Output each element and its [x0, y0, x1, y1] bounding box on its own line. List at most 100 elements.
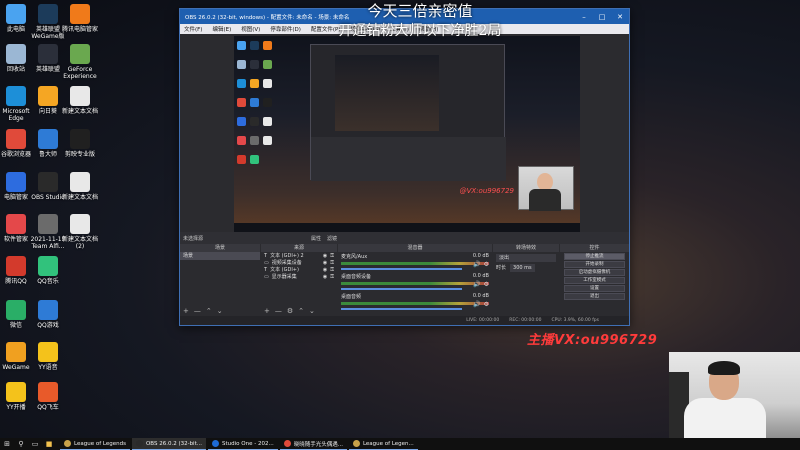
desktop-icon[interactable]: 新建文本文档 (2)	[60, 214, 100, 250]
gear-icon[interactable]: ⚙	[484, 301, 489, 308]
desktop-icon[interactable]: 新建文本文档	[60, 86, 100, 115]
scene-item[interactable]: 场景	[180, 252, 260, 260]
move-up-icon[interactable]: ⌃	[298, 307, 304, 315]
channel-name: 麦克风/Aux	[341, 254, 368, 260]
move-down-icon[interactable]: ⌄	[309, 307, 315, 315]
live-status: LIVE: 00:00:00	[466, 318, 500, 323]
control-button[interactable]: 设置	[564, 285, 625, 292]
control-button[interactable]: 开始录制	[564, 261, 625, 268]
start-icon[interactable]: ⊞	[0, 438, 14, 450]
app-icon	[352, 440, 360, 447]
preview-mini-icon	[237, 155, 246, 164]
source-item[interactable]: T 文本 (GDI+) ◉ ⚿	[261, 266, 337, 274]
desktop-icon[interactable]: 剪映专业版	[60, 129, 100, 158]
control-button[interactable]: 工作室模式	[564, 277, 625, 284]
lol-icon	[38, 44, 58, 64]
volume-slider[interactable]	[341, 268, 463, 270]
preview-watermark: @VX:ou996729	[459, 187, 514, 195]
preview-mini-icon	[263, 60, 272, 69]
move-up-icon[interactable]: ⌃	[206, 307, 212, 315]
lock-icon[interactable]: ⚿	[330, 253, 334, 259]
mixer-header: 混音器	[338, 244, 492, 252]
preview-webcam	[518, 166, 574, 211]
volume-slider[interactable]	[341, 288, 463, 290]
volume-slider[interactable]	[341, 308, 463, 310]
control-button[interactable]: 停止推流	[564, 253, 625, 260]
jianying-icon	[70, 129, 90, 149]
lock-icon[interactable]: ⚿	[330, 260, 334, 266]
duration-input[interactable]: 300 ms	[510, 264, 535, 272]
sources-dock: 来源 T 文本 (GDI+) 2 ◉ ⚿ ▭ 视频采集设备 ◉ ⚿ T 文本 (GDI+) ◉ ⚿ ▭ 显…	[261, 244, 337, 316]
preview-mini-icon	[250, 117, 259, 126]
wechat-icon	[6, 300, 26, 320]
rec-status: REC: 00:00:00	[509, 318, 542, 323]
preview-mini-icon	[263, 41, 272, 50]
audio-meter	[341, 282, 489, 285]
desktop-icon-label: 剪映专业版	[64, 151, 95, 158]
source-type-icon: ▭	[264, 273, 269, 280]
taskbar-app[interactable]: League of Legen...	[348, 438, 418, 450]
app-icon	[135, 440, 143, 447]
mixer-dock: 混音器 麦克风/Aux 0.0 dB 🔊 ⚙ 桌面音频设备 0.0 dB 🔊 ⚙ 桌面音频 0.0…	[338, 244, 492, 316]
taskbar-app[interactable]: Studio One - 202...	[208, 438, 278, 450]
duration-row: 时长 300 ms	[493, 264, 559, 272]
lock-icon[interactable]: ⚿	[330, 274, 334, 280]
app-icon	[283, 440, 291, 447]
add-icon[interactable]: +	[264, 307, 270, 315]
visibility-icon[interactable]: ◉	[323, 260, 327, 266]
source-label: 显示器采集	[271, 274, 297, 280]
visibility-icon[interactable]: ◉	[323, 267, 327, 273]
main-watermark: 主播VX:ou996729	[527, 333, 658, 348]
source-item[interactable]: T 文本 (GDI+) 2 ◉ ⚿	[261, 252, 337, 260]
desktop-icon-label: QQ飞车	[37, 404, 59, 411]
source-item[interactable]: ▭ 视频采集设备 ◉ ⚿	[261, 259, 337, 267]
obs-docks: 场景 场景 + — ⌃ ⌄ 来源 T 文本 (GDI+) 2 ◉ ⚿ ▭ 视频采集设备 ◉ ⚿…	[180, 244, 629, 316]
filters-button[interactable]: 滤镜	[327, 235, 337, 242]
add-icon[interactable]: +	[183, 307, 189, 315]
sources-header: 来源	[261, 244, 337, 252]
control-button[interactable]: 退出	[564, 293, 625, 300]
obs-window[interactable]: OBS 26.0.2 (32-bit, windows) - 配置文件: 未命名…	[179, 8, 630, 326]
desktop-icon[interactable]: 新建文本文档	[60, 172, 100, 201]
cpu-status: CPU: 3.9%, 60.00 fps	[551, 318, 600, 323]
lock-icon[interactable]: ⚿	[330, 267, 334, 273]
gear-icon[interactable]: ⚙	[287, 307, 293, 315]
speaker-icon[interactable]: 🔊	[473, 301, 480, 308]
visibility-icon[interactable]: ◉	[323, 274, 327, 280]
gear-icon[interactable]: ⚙	[484, 281, 489, 288]
gear-icon[interactable]: ⚙	[484, 261, 489, 268]
desktop-icon[interactable]: QQ游戏	[28, 300, 68, 329]
taskbar-app[interactable]: League of Legends	[60, 438, 130, 450]
webcam-feed	[669, 352, 800, 438]
file-explorer-icon[interactable]: ■	[42, 438, 56, 450]
search-icon[interactable]: ⚲	[14, 438, 28, 450]
desktop-icon[interactable]: QQ飞车	[28, 382, 68, 411]
desktop-icon[interactable]: QQ音乐	[28, 256, 68, 285]
edge-icon	[6, 86, 26, 106]
preview-mini-icon	[237, 136, 246, 145]
transitions-header: 转场特效	[493, 244, 559, 252]
transition-select[interactable]: 淡出	[496, 254, 556, 262]
preview-mini-icon	[237, 60, 246, 69]
obs-preview[interactable]: @VX:ou996729	[234, 36, 580, 232]
chrome-icon	[6, 129, 26, 149]
properties-button[interactable]: 属性	[311, 235, 321, 242]
taskbar-app[interactable]: OBS 26.0.2 (32-bit...	[131, 438, 206, 450]
desktop-icon[interactable]: GeForce Experience	[60, 44, 100, 80]
desktop-icon[interactable]: YY语音	[28, 342, 68, 371]
remove-icon[interactable]: —	[194, 307, 201, 315]
remove-icon[interactable]: —	[275, 307, 282, 315]
move-down-icon[interactable]: ⌄	[217, 307, 223, 315]
channel-db: 0.0 dB	[472, 273, 489, 279]
speaker-icon[interactable]: 🔊	[473, 281, 480, 288]
source-item[interactable]: ▭ 显示器采集 ◉ ⚿	[261, 273, 337, 281]
desktop-icon-label: 新建文本文档	[61, 108, 98, 115]
speaker-icon[interactable]: 🔊	[473, 261, 480, 268]
sunflower-icon	[38, 86, 58, 106]
visibility-icon[interactable]: ◉	[323, 253, 327, 259]
obs-icon	[38, 172, 58, 192]
obs-status-bar: LIVE: 00:00:00 REC: 00:00:00 CPU: 3.9%, …	[180, 316, 629, 325]
control-button[interactable]: 启动虚拟摄像机	[564, 269, 625, 276]
task-view-icon[interactable]: ▭	[28, 438, 42, 450]
taskbar-app[interactable]: 晓晓随手光头偶遇...	[279, 438, 347, 450]
